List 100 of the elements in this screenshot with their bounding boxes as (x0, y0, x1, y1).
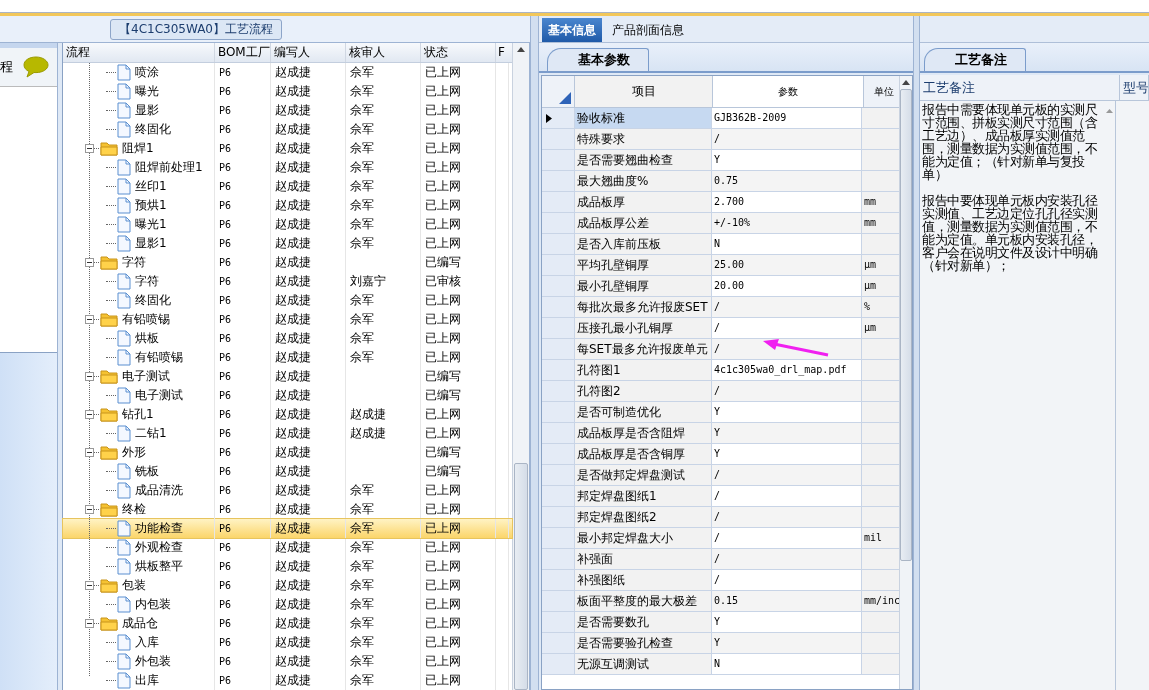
tree-row[interactable]: 外观检查 P6 赵成捷 佘军 已上网 (62, 538, 513, 557)
table-row[interactable]: 成品板厚是否含阻焊 Y (542, 423, 899, 444)
table-cell[interactable]: / (712, 129, 862, 149)
table-row[interactable]: 验收标准 GJB362B-2009 (542, 108, 899, 129)
splitter-handle[interactable] (913, 16, 920, 690)
table-cell[interactable]: 0.75 (712, 171, 862, 191)
tree-row[interactable]: 喷涂 P6 赵成捷 佘军 已上网 (62, 63, 513, 82)
table-row[interactable]: 每批次最多允许报废SET / % (542, 297, 899, 318)
table-row[interactable]: 每SET最多允许报废单元 / (542, 339, 899, 360)
collapse-icon[interactable] (84, 581, 94, 590)
table-cell[interactable]: N (712, 654, 862, 674)
table-cell[interactable]: / (712, 318, 862, 338)
chat-bubble-icon[interactable] (22, 56, 49, 78)
table-cell[interactable]: 4c1c305wa0_drl_map.pdf (712, 360, 862, 380)
collapse-icon[interactable] (84, 258, 94, 267)
tree-row[interactable]: 显影 P6 赵成捷 佘军 已上网 (62, 101, 513, 120)
tree-row[interactable]: 成品仓 P6 赵成捷 佘军 已上网 (62, 614, 513, 633)
table-row[interactable]: 最大翘曲度% 0.75 (542, 171, 899, 192)
table-cell[interactable]: / (712, 465, 862, 485)
tree-row[interactable]: 入库 P6 赵成捷 佘军 已上网 (62, 633, 513, 652)
table-cell[interactable]: 2.700 (712, 192, 862, 212)
table-row[interactable]: 无源互调测试 N (542, 654, 899, 675)
tree-row[interactable]: 终固化 P6 赵成捷 佘军 已上网 (62, 120, 513, 139)
sub-tab[interactable]: 工艺备注 (924, 48, 1026, 71)
collapse-icon[interactable] (84, 448, 94, 457)
tree-row[interactable]: 曝光1 P6 赵成捷 佘军 已上网 (62, 215, 513, 234)
tree-row[interactable]: 铣板 P6 赵成捷 已编写 (62, 462, 513, 481)
tree-row[interactable]: 外形 P6 赵成捷 已编写 (62, 443, 513, 462)
row-header[interactable] (542, 108, 575, 128)
scroll-up-icon[interactable] (902, 80, 910, 85)
tree-row[interactable]: 成品清洗 P6 赵成捷 佘军 已上网 (62, 481, 513, 500)
column-header[interactable]: 核审人 (345, 43, 421, 62)
tree-row[interactable]: 显影1 P6 赵成捷 佘军 已上网 (62, 234, 513, 253)
scroll-thumb[interactable] (900, 89, 912, 561)
tree-row[interactable]: 字符 P6 赵成捷 刘嘉宁 已审核 (62, 272, 513, 291)
table-cell[interactable]: Y (712, 612, 862, 632)
table-cell[interactable]: Y (712, 402, 862, 422)
collapse-icon[interactable] (84, 410, 94, 419)
panel-title-tab[interactable]: 【4C1C305WA0】工艺流程 (110, 19, 282, 40)
table-row[interactable]: 是否可制造优化 Y (542, 402, 899, 423)
column-header[interactable]: 项目 (575, 76, 713, 107)
tree-row[interactable]: 有铅喷锡 P6 赵成捷 佘军 已上网 (62, 348, 513, 367)
table-cell[interactable]: 25.00 (712, 255, 862, 275)
table-row[interactable]: 是否需要数孔 Y (542, 612, 899, 633)
column-header[interactable]: 参数 (713, 76, 864, 107)
table-row[interactable]: 是否做邦定焊盘测试 / (542, 465, 899, 486)
table-cell[interactable]: / (712, 570, 862, 590)
table-cell[interactable]: / (712, 507, 862, 527)
table-row[interactable]: 邦定焊盘图纸1 / (542, 486, 899, 507)
collapse-icon[interactable] (84, 619, 94, 628)
collapse-icon[interactable] (84, 505, 94, 514)
table-cell[interactable]: / (712, 549, 862, 569)
table-cell[interactable]: GJB362B-2009 (712, 108, 862, 128)
column-header[interactable]: 工艺备注 (920, 75, 1120, 100)
table-row[interactable]: 是否需要翘曲检查 Y (542, 150, 899, 171)
table-cell[interactable]: 0.15 (712, 591, 862, 611)
table-row[interactable]: 是否需要验孔检查 Y (542, 633, 899, 654)
table-cell[interactable]: +/-10% (712, 213, 862, 233)
table-row[interactable]: 邦定焊盘图纸2 / (542, 507, 899, 528)
table-cell[interactable]: / (712, 381, 862, 401)
tree-row[interactable]: 烘板 P6 赵成捷 佘军 已上网 (62, 329, 513, 348)
table-cell[interactable]: 20.00 (712, 276, 862, 296)
table-cell[interactable]: / (712, 528, 862, 548)
table-row[interactable]: 孔符图2 / (542, 381, 899, 402)
sub-tab[interactable]: 基本参数 (547, 48, 649, 71)
tree-row[interactable]: 阻焊1 P6 赵成捷 佘军 已上网 (62, 139, 513, 158)
tree-row[interactable]: 曝光 P6 赵成捷 佘军 已上网 (62, 82, 513, 101)
tree-row[interactable]: 钻孔1 P6 赵成捷 赵成捷 已上网 (62, 405, 513, 424)
column-header[interactable]: F (495, 43, 509, 62)
column-header[interactable]: 状态 (420, 43, 496, 62)
table-row[interactable]: 孔符图1 4c1c305wa0_drl_map.pdf (542, 360, 899, 381)
column-header[interactable]: 流程 (62, 43, 215, 62)
tree-row[interactable]: 预烘1 P6 赵成捷 佘军 已上网 (62, 196, 513, 215)
tree-row[interactable]: 电子测试 P6 赵成捷 已编写 (62, 386, 513, 405)
table-cell[interactable]: / (712, 486, 862, 506)
table-row[interactable]: 平均孔壁铜厚 25.00 μm (542, 255, 899, 276)
scroll-up-icon[interactable] (517, 47, 525, 52)
tree-row[interactable]: 包装 P6 赵成捷 佘军 已上网 (62, 576, 513, 595)
table-row[interactable]: 补强面 / (542, 549, 899, 570)
table-row[interactable]: 成品板厚 2.700 mm (542, 192, 899, 213)
table-row[interactable]: 板面平整度的最大极差 0.15 mm/inc (542, 591, 899, 612)
table-row[interactable]: 特殊要求 / (542, 129, 899, 150)
table-row[interactable]: 是否入库前压板 N (542, 234, 899, 255)
scrollbar[interactable] (899, 76, 912, 689)
table-row[interactable]: 成品板厚是否含铜厚 Y (542, 444, 899, 465)
tree-row[interactable]: 外包装 P6 赵成捷 佘军 已上网 (62, 652, 513, 671)
tree-row[interactable]: 有铅喷锡 P6 赵成捷 佘军 已上网 (62, 310, 513, 329)
table-row[interactable]: 压接孔最小孔铜厚 / μm (542, 318, 899, 339)
collapse-icon[interactable] (84, 315, 94, 324)
tree-row[interactable]: 二钻1 P6 赵成捷 赵成捷 已上网 (62, 424, 513, 443)
table-row[interactable]: 最小孔壁铜厚 20.00 μm (542, 276, 899, 297)
column-header[interactable]: 型号 (1120, 75, 1149, 100)
tree-row[interactable]: 阻焊前处理1 P6 赵成捷 佘军 已上网 (62, 158, 513, 177)
splitter-handle[interactable] (530, 16, 539, 690)
table-cell[interactable]: / (712, 297, 862, 317)
table-cell[interactable]: Y (712, 423, 862, 443)
scroll-thumb[interactable] (514, 463, 528, 690)
table-cell[interactable]: Y (712, 633, 862, 653)
scrollbar[interactable] (512, 43, 530, 690)
table-cell[interactable]: Y (712, 150, 862, 170)
